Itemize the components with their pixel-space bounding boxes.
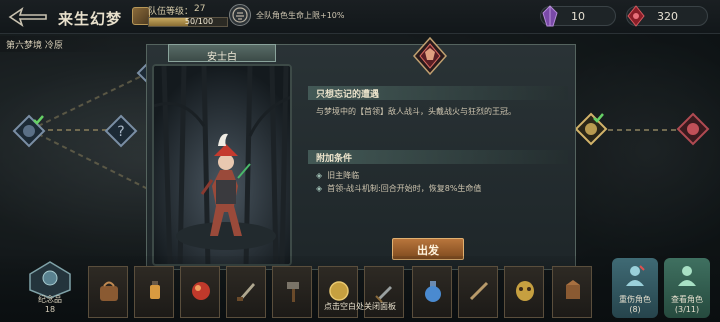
resource-red-value: 320 [657, 10, 678, 23]
page-title: 来生幻梦 [58, 10, 123, 28]
view-label: 查看角色 [671, 295, 703, 304]
memento-count: 18 [44, 305, 56, 314]
lantern-icon [150, 281, 160, 299]
resource-purple-value: 10 [571, 10, 585, 23]
team-level-label: 队伍等级： [148, 7, 194, 17]
map-node-boss[interactable] [676, 112, 710, 146]
event-title-bar: 只想忘记的遭遇 [308, 86, 568, 100]
top-bar: 来生幻梦 队伍等级： 27 50/100 全队角色生命上限+10% 10 320 [0, 0, 720, 34]
map-node-cleared[interactable] [12, 114, 46, 148]
back-button[interactable] [6, 6, 50, 28]
buff-icon[interactable] [229, 4, 251, 26]
blade-icon [469, 281, 489, 301]
condition-item: ◈ 首领-战斗机制:回合开始时，恢复8%生命值 [316, 183, 481, 194]
enemy-portrait [152, 64, 292, 266]
memento-button[interactable]: 纪念品 18 [24, 260, 76, 318]
map-node-unknown[interactable]: ? [104, 114, 138, 148]
svg-text:?: ? [117, 124, 124, 140]
team-level-exp: 50/100 [184, 17, 214, 26]
purple-crystal-icon [542, 5, 558, 27]
view-characters-button[interactable]: 查看角色 (3/11) [664, 258, 710, 318]
diamond-bullet-icon: ◈ [316, 171, 323, 180]
conditions-title-bar: 附加条件 [308, 150, 568, 164]
dagger-icon [237, 283, 255, 301]
chapter-text: 第六梦境 冷原 [6, 41, 63, 51]
team-level: 队伍等级： 27 50/100 [132, 4, 228, 30]
red-gem-icon [627, 5, 645, 27]
resource-red[interactable]: 320 [626, 5, 708, 27]
boss-emblem-icon [412, 36, 448, 76]
event-info: 只想忘记的遭遇 与梦境中的【首领】敌人战斗，头戴战火与狂烈的王冠。 附加条件 ◈… [304, 82, 568, 232]
map-node-cleared-right[interactable] [574, 112, 608, 146]
inventory-slot[interactable] [134, 266, 174, 318]
memento-label: 纪念品 [38, 295, 62, 304]
inventory-slot[interactable] [552, 266, 592, 318]
buff-text: 全队角色生命上限+10% [256, 11, 345, 20]
back-arrow-icon [8, 7, 47, 27]
character-icon [678, 266, 696, 286]
orb-icon [192, 282, 210, 300]
relic-icon [566, 280, 580, 299]
injured-characters-button[interactable]: 重伤角色 (8) [612, 258, 658, 318]
inventory-slot[interactable] [180, 266, 220, 318]
potion-icon [425, 281, 441, 302]
inventory-slot[interactable] [226, 266, 266, 318]
conditions-title: 附加条件 [316, 154, 353, 164]
injured-label: 重伤角色 [619, 295, 651, 304]
team-level-bar: 50/100 [148, 17, 228, 27]
event-description: 与梦境中的【首领】敌人战斗，头戴战火与狂烈的王冠。 [316, 107, 516, 116]
injured-icon [626, 265, 645, 286]
enemy-card: 安士白 [148, 44, 296, 268]
condition-text: 首领-战斗机制:回合开始时，恢复8%生命值 [327, 184, 482, 193]
card-title-bar: 安士白 [168, 44, 276, 63]
inventory-slot[interactable] [88, 266, 128, 318]
satchel-icon [100, 281, 118, 301]
condition-item: ◈ 旧主降临 [316, 170, 359, 181]
card-title: 安士白 [207, 52, 237, 63]
injured-count: (8) [629, 305, 641, 314]
inventory-slot[interactable] [458, 266, 498, 318]
close-hint: 点击空白处关闭面板 [324, 302, 396, 311]
mask-icon [516, 281, 534, 301]
condition-text: 旧主降临 [327, 171, 360, 180]
team-level-value: 27 [194, 4, 206, 14]
event-title: 只想忘记的遭遇 [316, 90, 380, 100]
resource-purple[interactable]: 10 [540, 5, 616, 27]
chapter-label: 第六梦境 冷原 [0, 36, 118, 52]
diamond-bullet-icon: ◈ [316, 184, 323, 193]
inventory-slot[interactable] [504, 266, 544, 318]
view-count: (3/11) [674, 305, 700, 314]
